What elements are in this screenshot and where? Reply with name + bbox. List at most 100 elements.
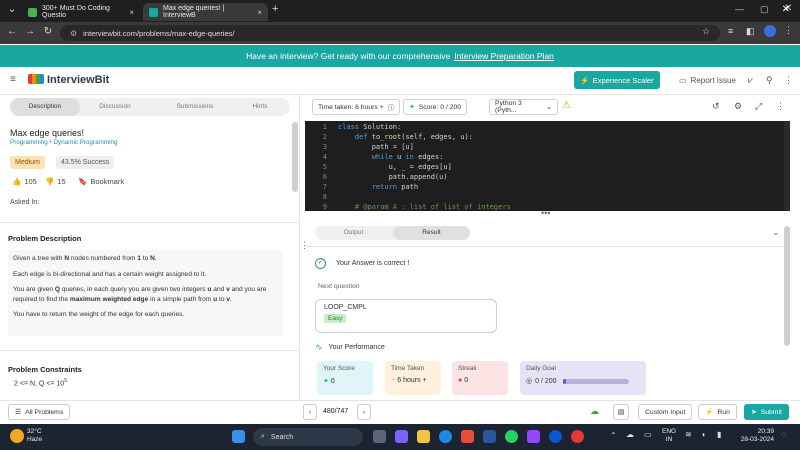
daily-goal-progress-fill [562, 378, 566, 384]
office-icon[interactable] [461, 430, 474, 443]
new-tab-button[interactable]: + [272, 3, 278, 15]
power-icon[interactable]: ▮ [717, 430, 721, 439]
weather-widget[interactable]: 32°C Haze [27, 428, 42, 444]
close-icon[interactable]: × [129, 8, 134, 17]
maximize-icon[interactable]: ▢ [760, 4, 769, 15]
extensions-icon[interactable]: ≡ [728, 26, 733, 36]
code-line: # @param A : list of list of integers [338, 203, 511, 211]
app-icon[interactable] [527, 430, 540, 443]
forward-arrow-icon[interactable]: → [22, 26, 38, 37]
tab-result[interactable]: Result [393, 226, 470, 240]
chrome-icon[interactable] [549, 430, 562, 443]
word-icon[interactable] [483, 430, 496, 443]
list-icon: ☰ [15, 409, 22, 416]
language-indicator[interactable]: ENG IN [662, 428, 676, 444]
banner-close-icon[interactable]: ✕ [782, 4, 790, 15]
onedrive-icon[interactable]: ☁ [626, 430, 634, 439]
bookmark-button[interactable]: 🔖 Bookmark [78, 177, 124, 186]
next-question-label: Next question [318, 283, 360, 290]
minimize-icon[interactable]: — [735, 4, 744, 14]
weather-icon[interactable] [10, 429, 24, 443]
result-message: ✓ Your Answer is correct ! [315, 258, 409, 269]
result-scrollbar[interactable] [784, 226, 790, 346]
reset-code-icon[interactable]: ↺ [712, 101, 720, 112]
reload-icon[interactable]: ↻ [40, 26, 56, 37]
expand-icon[interactable]: ⤢ [755, 101, 762, 112]
volume-icon[interactable]: ◖ [701, 430, 706, 439]
bookmark-star-icon[interactable]: ☆ [702, 26, 710, 37]
run-button[interactable]: ⚡ Run [698, 404, 737, 420]
time-taken-card: Time Taken ◔ 6 hours + [385, 361, 441, 395]
tab-search-icon[interactable]: ⌄ [4, 4, 20, 15]
more-options-icon[interactable]: ⋮ [776, 101, 785, 112]
all-problems-button[interactable]: ☰ All Problems [8, 404, 71, 420]
tab-discussion[interactable]: Discussion [80, 98, 150, 116]
collapse-chevron-icon[interactable]: ⌄ [772, 227, 780, 238]
description-paragraph: Each edge is bi-directional and has a ce… [13, 270, 207, 278]
notifications-bell-icon[interactable]: ◌ [781, 430, 786, 439]
divider [0, 222, 299, 223]
info-icon[interactable]: ⓘ [388, 102, 395, 112]
address-bar[interactable]: ⚙ interviewbit.com/problems/max-edge-que… [60, 25, 720, 41]
like-button[interactable]: 👍 105 [12, 177, 37, 186]
task-view-icon[interactable] [373, 430, 386, 443]
wifi-icon[interactable]: ≋ [685, 430, 692, 439]
breadcrumb[interactable]: Programming • Dynamic Programming [10, 139, 118, 146]
teams-icon[interactable] [395, 430, 408, 443]
back-arrow-icon[interactable]: ← [4, 26, 20, 37]
line-number: 6 [322, 173, 327, 181]
next-question-name: LOOP_CMPL [324, 304, 367, 311]
side-panel-icon[interactable]: ◧ [746, 26, 755, 37]
taskbar-search[interactable]: ⌕ Search [253, 428, 363, 446]
code-editor[interactable]: 1 class Solution: 2 def to_root(self, ed… [305, 121, 790, 211]
editor-resize-handle[interactable]: ••• [305, 208, 790, 218]
tab-description[interactable]: Description [10, 98, 80, 116]
windows-start-icon[interactable] [232, 430, 245, 443]
left-scrollbar[interactable] [292, 122, 298, 192]
line-number: 8 [322, 193, 327, 201]
close-icon[interactable]: × [257, 8, 262, 17]
chrome-profile-icon[interactable] [571, 430, 584, 443]
interviewbit-logo[interactable]: InterviewBit [28, 74, 109, 86]
prev-problem-button[interactable]: ‹ [303, 404, 317, 420]
interview-plan-link[interactable]: Interview Preparation Plan [454, 51, 554, 61]
promo-banner: Have an interview? Get ready with our co… [0, 45, 800, 67]
tab-hints[interactable]: Hints [225, 98, 295, 116]
thumbs-up-icon: 👍 [12, 177, 22, 186]
report-issue-button[interactable]: ▭ Report Issue [679, 76, 736, 85]
notification-icon[interactable]: ⩗ [748, 75, 753, 86]
warning-icon[interactable]: ⚠ [562, 100, 571, 111]
send-icon: ➤ [751, 409, 757, 416]
submit-button[interactable]: ➤ Submit [744, 404, 789, 420]
settings-icon[interactable]: ⚙ [734, 101, 742, 112]
language-select[interactable]: Python 3 (Pyth... ⌄ [489, 99, 558, 115]
whatsapp-icon[interactable] [505, 430, 518, 443]
tray-chevron-up-icon[interactable]: ⌃ [610, 431, 617, 440]
tab-submissions[interactable]: Submissions [160, 98, 230, 116]
problem-title: Max edge queries! [10, 128, 85, 138]
site-info-icon[interactable]: ⚙ [70, 29, 77, 38]
battery-icon[interactable]: ▭ [644, 430, 652, 439]
more-menu-icon[interactable]: ⋮ [784, 75, 793, 86]
profile-avatar[interactable] [764, 25, 776, 37]
console-toggle-button[interactable]: ▤ [613, 404, 629, 420]
system-clock[interactable]: 20:39 28-03-2024 [734, 428, 774, 444]
file-explorer-icon[interactable] [417, 430, 430, 443]
tab-favicon-icon [149, 7, 158, 17]
edge-browser-icon[interactable] [439, 430, 452, 443]
next-question-card[interactable]: LOOP_CMPL Easy [315, 299, 497, 333]
browser-menu-icon[interactable]: ⋮ [784, 25, 793, 36]
problem-tabs: Description Discussion Submissions Hints [10, 98, 290, 116]
browser-tab-coding-questions[interactable]: 300+ Must Do Coding Questio × [22, 3, 140, 21]
custom-input-button[interactable]: Custom Input [638, 404, 693, 420]
editor-scrollbar[interactable] [784, 121, 790, 211]
dislike-button[interactable]: 👎 15 [45, 177, 66, 186]
experience-scaler-button[interactable]: ⚡ Experience Scaler [574, 71, 660, 89]
hamburger-menu-icon[interactable]: ≡ [10, 74, 16, 85]
tab-output[interactable]: Output [315, 226, 392, 240]
browser-tab-max-edge-queries[interactable]: Max edge queries! | InterviewB × [143, 3, 268, 21]
cloud-sync-icon[interactable]: ☁ [590, 406, 599, 417]
user-icon[interactable]: ⚲ [766, 75, 773, 86]
code-line: class Solution: [338, 123, 402, 131]
next-problem-button[interactable]: › [357, 404, 371, 420]
